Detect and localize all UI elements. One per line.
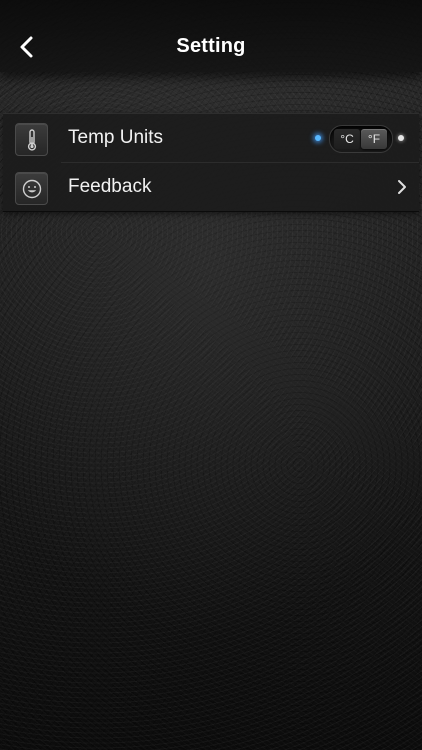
feedback-label: Feedback [68,176,152,197]
celsius-option[interactable]: °C [334,129,360,149]
settings-row-feedback[interactable]: Feedback [3,163,419,211]
fahrenheit-indicator-light [398,135,404,141]
settings-list: Temp Units °C °F Feedback [3,113,419,212]
temp-unit-toggle[interactable]: °C °F [329,125,393,153]
thermometer-icon [15,123,48,156]
navigation-bar: Setting [0,0,422,72]
chevron-right-icon [398,180,406,194]
settings-row-temp-units: Temp Units °C °F [3,114,419,163]
page-title: Setting [176,35,246,57]
fahrenheit-option[interactable]: °F [361,129,387,149]
smiley-face-icon [15,172,48,205]
temp-units-label: Temp Units [68,127,164,148]
celsius-indicator-light [315,135,321,141]
